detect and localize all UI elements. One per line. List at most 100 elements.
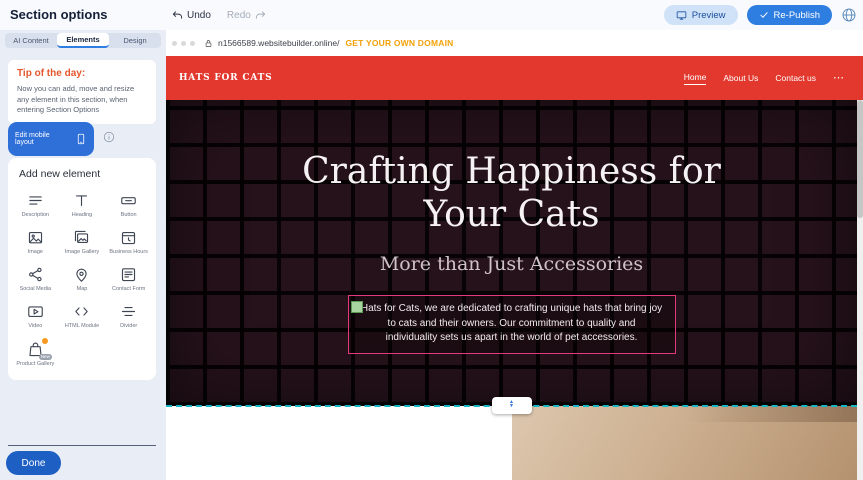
globe-icon[interactable] bbox=[841, 7, 857, 23]
get-your-own-domain-link[interactable]: GET YOUR OWN DOMAIN bbox=[345, 38, 453, 48]
history-controls: Undo Redo bbox=[172, 0, 266, 30]
page-title: Section options bbox=[10, 7, 108, 22]
element-label: Heading bbox=[72, 212, 93, 219]
sidebar-divider bbox=[8, 445, 156, 446]
element-divider[interactable]: Divider bbox=[106, 303, 152, 330]
nav-home[interactable]: Home bbox=[684, 72, 707, 85]
new-badge-dot bbox=[42, 338, 48, 344]
section-resize-handle[interactable]: ▲ ▼ ····· bbox=[492, 397, 532, 414]
element-label: Map bbox=[77, 286, 88, 293]
heading-icon bbox=[73, 192, 90, 209]
new-badge: New bbox=[39, 354, 52, 360]
sidebar: AI ContentElementsDesign Tip of the day:… bbox=[0, 30, 166, 480]
element-label: Divider bbox=[120, 323, 137, 330]
undo-button[interactable]: Undo bbox=[172, 10, 211, 21]
divider-icon bbox=[120, 303, 137, 320]
edit-mobile-layout-button[interactable]: Edit mobile layout bbox=[8, 122, 94, 156]
element-label: Social Media bbox=[20, 286, 52, 293]
element-label: Contact Form bbox=[112, 286, 145, 293]
add-element-panel: Add new element DescriptionHeadingButton… bbox=[8, 158, 156, 380]
video-icon bbox=[27, 303, 44, 320]
element-heading[interactable]: Heading bbox=[59, 192, 105, 219]
html-module-icon bbox=[73, 303, 90, 320]
republish-button[interactable]: Re-Publish bbox=[747, 5, 832, 25]
contact-form-icon bbox=[120, 266, 137, 283]
nav-contact-us[interactable]: Contact us bbox=[775, 73, 816, 83]
window-dots bbox=[172, 41, 195, 46]
monitor-icon bbox=[676, 10, 687, 21]
description-icon bbox=[27, 192, 44, 209]
element-image[interactable]: Image bbox=[12, 229, 58, 256]
element-drag-handle[interactable] bbox=[351, 301, 363, 313]
nav-about-us[interactable]: About Us bbox=[723, 73, 758, 83]
hero-section[interactable]: Crafting Happiness for Your Cats More th… bbox=[166, 100, 857, 406]
business-hours-icon bbox=[120, 229, 137, 246]
add-element-grid: Description Heading Button Image Image Galle… bbox=[12, 192, 152, 368]
tip-title: Tip of the day: bbox=[17, 68, 147, 79]
handle-dots: ····· bbox=[506, 408, 518, 411]
element-label: Business Hours bbox=[109, 249, 148, 256]
url-text: n1566589.websitebuilder.online/ bbox=[218, 38, 339, 48]
element-video[interactable]: Video bbox=[12, 303, 58, 330]
topbar-actions: Preview Re-Publish bbox=[664, 0, 857, 30]
next-section bbox=[166, 406, 857, 480]
republish-label: Re-Publish bbox=[774, 10, 820, 21]
browser-preview: n1566589.websitebuilder.online/ GET YOUR… bbox=[166, 30, 863, 480]
hero-paragraph: Hats for Cats, we are dedicated to craft… bbox=[361, 303, 662, 343]
lock-icon bbox=[204, 39, 218, 48]
scrollbar-header-segment bbox=[857, 56, 863, 100]
window-dot bbox=[181, 41, 186, 46]
hero-paragraph-box[interactable]: Hats for Cats, we are dedicated to craft… bbox=[348, 295, 676, 354]
scrollbar[interactable] bbox=[857, 56, 863, 480]
browser-chrome: n1566589.websitebuilder.online/ GET YOUR… bbox=[166, 30, 863, 56]
tab-ai-content[interactable]: AI Content bbox=[5, 33, 57, 48]
element-label: Video bbox=[28, 323, 42, 330]
site-header: HATS FOR CATS Home About Us Contact us ⋯ bbox=[166, 56, 857, 100]
window-dot bbox=[190, 41, 195, 46]
element-map[interactable]: Map bbox=[59, 266, 105, 293]
element-label: HTML Module bbox=[65, 323, 99, 330]
tab-elements[interactable]: Elements bbox=[57, 33, 109, 48]
image-icon bbox=[27, 229, 44, 246]
edit-mobile-row: Edit mobile layout bbox=[8, 122, 115, 156]
element-image-gallery[interactable]: Image Gallery bbox=[59, 229, 105, 256]
window-dot bbox=[172, 41, 177, 46]
element-html-module[interactable]: HTML Module bbox=[59, 303, 105, 330]
hero-heading[interactable]: Crafting Happiness for Your Cats bbox=[292, 150, 732, 236]
element-description[interactable]: Description bbox=[12, 192, 58, 219]
element-social-media[interactable]: Social Media bbox=[12, 266, 58, 293]
image-gallery-icon bbox=[73, 229, 90, 246]
done-button[interactable]: Done bbox=[6, 451, 61, 475]
undo-label: Undo bbox=[187, 10, 211, 21]
site-preview: HATS FOR CATS Home About Us Contact us ⋯ Cr… bbox=[166, 56, 857, 480]
redo-icon bbox=[255, 10, 266, 21]
element-label: Image bbox=[28, 249, 43, 256]
scrollbar-thumb[interactable] bbox=[857, 100, 863, 218]
carpet-photo bbox=[512, 406, 857, 480]
element-business-hours[interactable]: Business Hours bbox=[106, 229, 152, 256]
info-icon[interactable] bbox=[103, 130, 115, 148]
preview-label: Preview bbox=[692, 10, 726, 21]
redo-label: Redo bbox=[227, 10, 251, 21]
element-label: Product Gallery bbox=[16, 361, 54, 368]
tip-body: Now you can add, move and resize any ele… bbox=[17, 84, 147, 116]
tab-design[interactable]: Design bbox=[109, 33, 161, 48]
element-button[interactable]: Button bbox=[106, 192, 152, 219]
social-media-icon bbox=[27, 266, 44, 283]
tip-card: Tip of the day: Now you can add, move an… bbox=[8, 60, 156, 124]
preview-button[interactable]: Preview bbox=[664, 5, 738, 25]
nav-more-icon[interactable]: ⋯ bbox=[833, 74, 844, 82]
element-product-gallery[interactable]: NewProduct Gallery bbox=[12, 341, 58, 368]
site-nav: Home About Us Contact us ⋯ bbox=[684, 72, 844, 85]
hero-subheading[interactable]: More than Just Accessories bbox=[166, 253, 857, 275]
undo-icon bbox=[172, 10, 183, 21]
element-label: Button bbox=[121, 212, 137, 219]
check-icon bbox=[759, 10, 769, 20]
site-logo[interactable]: HATS FOR CATS bbox=[179, 73, 272, 83]
edit-mobile-label: Edit mobile layout bbox=[15, 132, 69, 146]
element-contact-form[interactable]: Contact Form bbox=[106, 266, 152, 293]
redo-button[interactable]: Redo bbox=[227, 10, 266, 21]
sidebar-tabs: AI ContentElementsDesign bbox=[5, 33, 161, 48]
element-label: Image Gallery bbox=[65, 249, 99, 256]
topbar: Section options Undo Redo Preview Re-Pub… bbox=[0, 0, 863, 30]
